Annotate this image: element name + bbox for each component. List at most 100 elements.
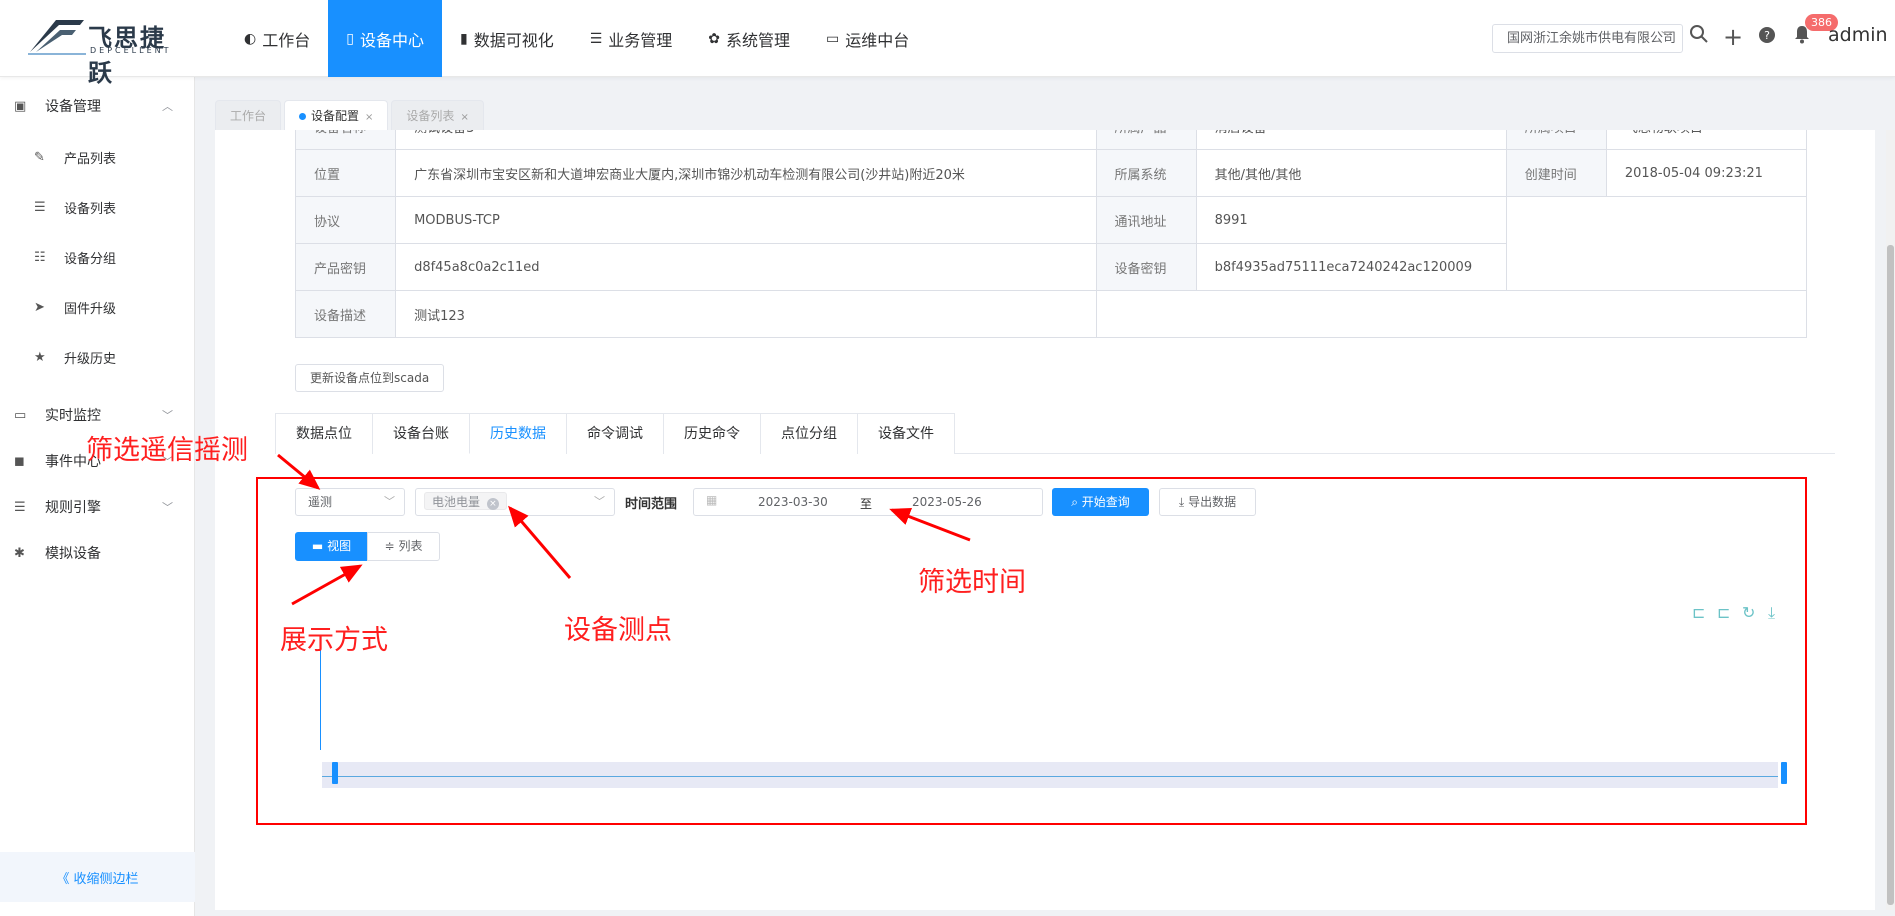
date-separator: 至: [860, 497, 873, 511]
detail-tab-1[interactable]: 设备台账: [372, 413, 470, 454]
export-data-button[interactable]: ⤓ 导出数据: [1159, 488, 1256, 516]
chart-icon: ▬: [311, 539, 324, 553]
info-key: 位置: [294, 149, 397, 197]
detail-tab-6[interactable]: 设备文件: [857, 413, 955, 454]
nav-item-5[interactable]: ▭ 运维中台: [808, 0, 927, 77]
nav-item-4[interactable]: ✿ 系统管理: [690, 0, 808, 77]
refresh-icon[interactable]: ↻: [1742, 603, 1755, 622]
page-tab-2[interactable]: 设备列表 ×: [391, 100, 484, 130]
list-icon: ☰: [589, 30, 603, 47]
monitor-icon: ▭: [826, 30, 840, 47]
info-value: 测试设备3: [395, 130, 1097, 150]
logo-mark-icon: [28, 20, 86, 55]
main-nav: ◐ 工作台 ▯ 设备中心 ▮ 数据可视化 ☰ 业务管理 ✿ 系统管理 ▭ 运维中台: [226, 0, 927, 77]
nav-item-label: 设备中心: [359, 30, 424, 50]
page-tab-0[interactable]: 工作台: [215, 100, 282, 130]
end-date[interactable]: 2023-05-26: [912, 495, 982, 509]
plus-icon[interactable]: +: [1721, 24, 1745, 50]
nav-item-3[interactable]: ☰ 业务管理: [572, 0, 691, 77]
nav-item-1[interactable]: ▯ 设备中心: [328, 0, 442, 77]
detail-tab-2[interactable]: 历史数据: [469, 413, 567, 454]
detail-tab-4[interactable]: 历史命令: [663, 413, 761, 454]
desktop-icon: ▭: [14, 407, 27, 423]
star-icon: ★: [34, 349, 46, 365]
view-label: 视图: [327, 539, 352, 553]
detail-tab-3[interactable]: 命令调试: [566, 413, 664, 454]
sidebar-item-label: 设备分组: [64, 251, 117, 267]
nav-item-2[interactable]: ▮ 数据可视化: [442, 0, 572, 77]
view-mode-list-button[interactable]: ≑ 列表: [367, 532, 440, 561]
nav-item-label: 运维中台: [845, 30, 910, 50]
page-tab-label: 设备列表: [406, 109, 455, 123]
collapse-sidebar-button[interactable]: 《 收缩侧边栏: [0, 852, 195, 902]
date-range-picker[interactable]: ▦ 2023-03-30 至 2023-05-26: [693, 488, 1043, 516]
brand-logo[interactable]: 飞思捷跃 DEPCELLENT: [26, 16, 181, 87]
sidebar-group-3[interactable]: ☰ 规则引擎 ﹀: [0, 487, 195, 527]
info-key: 设备名称: [294, 130, 397, 150]
sidebar-item-2[interactable]: ☷ 设备分组: [0, 237, 195, 277]
datazoom-left-handle[interactable]: [332, 762, 338, 784]
info-value: 2018-05-04 09:23:21: [1605, 149, 1808, 197]
type-select[interactable]: 遥测 ﹀: [295, 488, 405, 516]
datazoom-slider[interactable]: [322, 762, 1778, 788]
point-select[interactable]: 电池电量 × ﹀: [415, 488, 615, 516]
sidebar-item-0[interactable]: ✎ 产品列表: [0, 137, 195, 177]
nav-item-label: 系统管理: [726, 30, 791, 50]
device-info-table: 设备名称测试设备3所属产品消店设备所属项目飞思物联项目位置广东省深圳市宝安区新和…: [294, 130, 1808, 338]
nav-item-label: 业务管理: [608, 30, 673, 50]
info-value: 广东省深圳市宝安区新和大道坤宏商业大厦内,深圳市锦沙机动车检测有限公司(沙井站)…: [395, 149, 1097, 197]
time-range-label: 时间范围: [625, 497, 678, 512]
search-icon[interactable]: [1687, 24, 1711, 50]
view-mode-chart-button[interactable]: ▬ 视图: [295, 532, 368, 561]
sidebar-group-0[interactable]: ▣ 设备管理 ︿: [0, 86, 195, 126]
detail-tab-5[interactable]: 点位分组: [760, 413, 858, 454]
scrollbar-thumb[interactable]: [1887, 245, 1894, 905]
zoom-reset-icon[interactable]: ⊏: [1717, 603, 1730, 622]
start-query-button[interactable]: ⌕ 开始查询: [1052, 488, 1149, 516]
gear-icon: ✿: [708, 30, 721, 47]
annotation-time: 筛选时间: [918, 567, 1026, 598]
search-icon: ⌕: [1071, 495, 1078, 509]
nav-item-0[interactable]: ◐ 工作台: [226, 0, 328, 77]
close-icon[interactable]: ×: [365, 112, 373, 123]
start-date[interactable]: 2023-03-30: [758, 495, 828, 509]
annotation-display: 展示方式: [280, 625, 388, 656]
sidebar-group-4[interactable]: ✱ 模拟设备: [0, 533, 195, 573]
sidebar-item-1[interactable]: ☰ 设备列表: [0, 187, 195, 227]
content-card: 设备名称测试设备3所属产品消店设备所属项目飞思物联项目位置广东省深圳市宝安区新和…: [215, 130, 1875, 910]
point-tag-label: 电池电量: [432, 495, 481, 509]
edit-icon: ✎: [34, 149, 45, 165]
sidebar-group-label: 实时监控: [45, 408, 101, 424]
datazoom-line: [322, 776, 1778, 777]
info-key: 通讯地址: [1095, 196, 1197, 244]
page-tab-label: 工作台: [230, 109, 267, 123]
close-icon[interactable]: ×: [460, 112, 468, 123]
sidebar-item-3[interactable]: ➤ 固件升级: [0, 287, 195, 327]
sidebar-group-label: 模拟设备: [45, 546, 101, 562]
help-icon[interactable]: ?: [1755, 24, 1779, 50]
info-row: 位置 广东省深圳市宝安区新和大道坤宏商业大厦内,深圳市锦沙机动车检测有限公司(沙井…: [294, 149, 1808, 197]
chevron-down-icon: ﹀: [384, 495, 395, 508]
sidebar-item-4[interactable]: ★ 升级历史: [0, 337, 195, 377]
list-icon: ☰: [14, 499, 26, 515]
page-tabs: 工作台 设备配置 × 设备列表 ×: [215, 100, 487, 130]
save-image-icon[interactable]: ⤓: [1768, 603, 1775, 623]
detail-tab-0[interactable]: 数据点位: [275, 413, 373, 454]
user-name[interactable]: admin: [1828, 24, 1888, 46]
download-icon: ⤓: [1178, 495, 1185, 509]
info-key: 所属项目: [1505, 130, 1607, 150]
info-key: 产品密钥: [294, 243, 397, 291]
sidebar-group-label: 规则引擎: [45, 500, 101, 516]
type-select-value: 遥测: [308, 495, 333, 509]
update-scada-button[interactable]: 更新设备点位到scada: [295, 364, 445, 392]
info-value: MODBUS-TCP: [395, 196, 1097, 244]
tag-close-icon[interactable]: ×: [486, 498, 499, 510]
zoom-select-icon[interactable]: ⊏: [1692, 603, 1705, 622]
datazoom-right-handle[interactable]: [1781, 762, 1787, 784]
page-tab-1[interactable]: 设备配置 ×: [284, 100, 389, 130]
info-key: 协议: [294, 196, 397, 244]
info-key: 设备描述: [294, 290, 397, 338]
info-key: 所属系统: [1095, 149, 1197, 197]
point-tag: 电池电量 ×: [424, 492, 507, 510]
org-select[interactable]: 国网浙江余姚市供电有限公司 ﹀: [1492, 24, 1683, 53]
